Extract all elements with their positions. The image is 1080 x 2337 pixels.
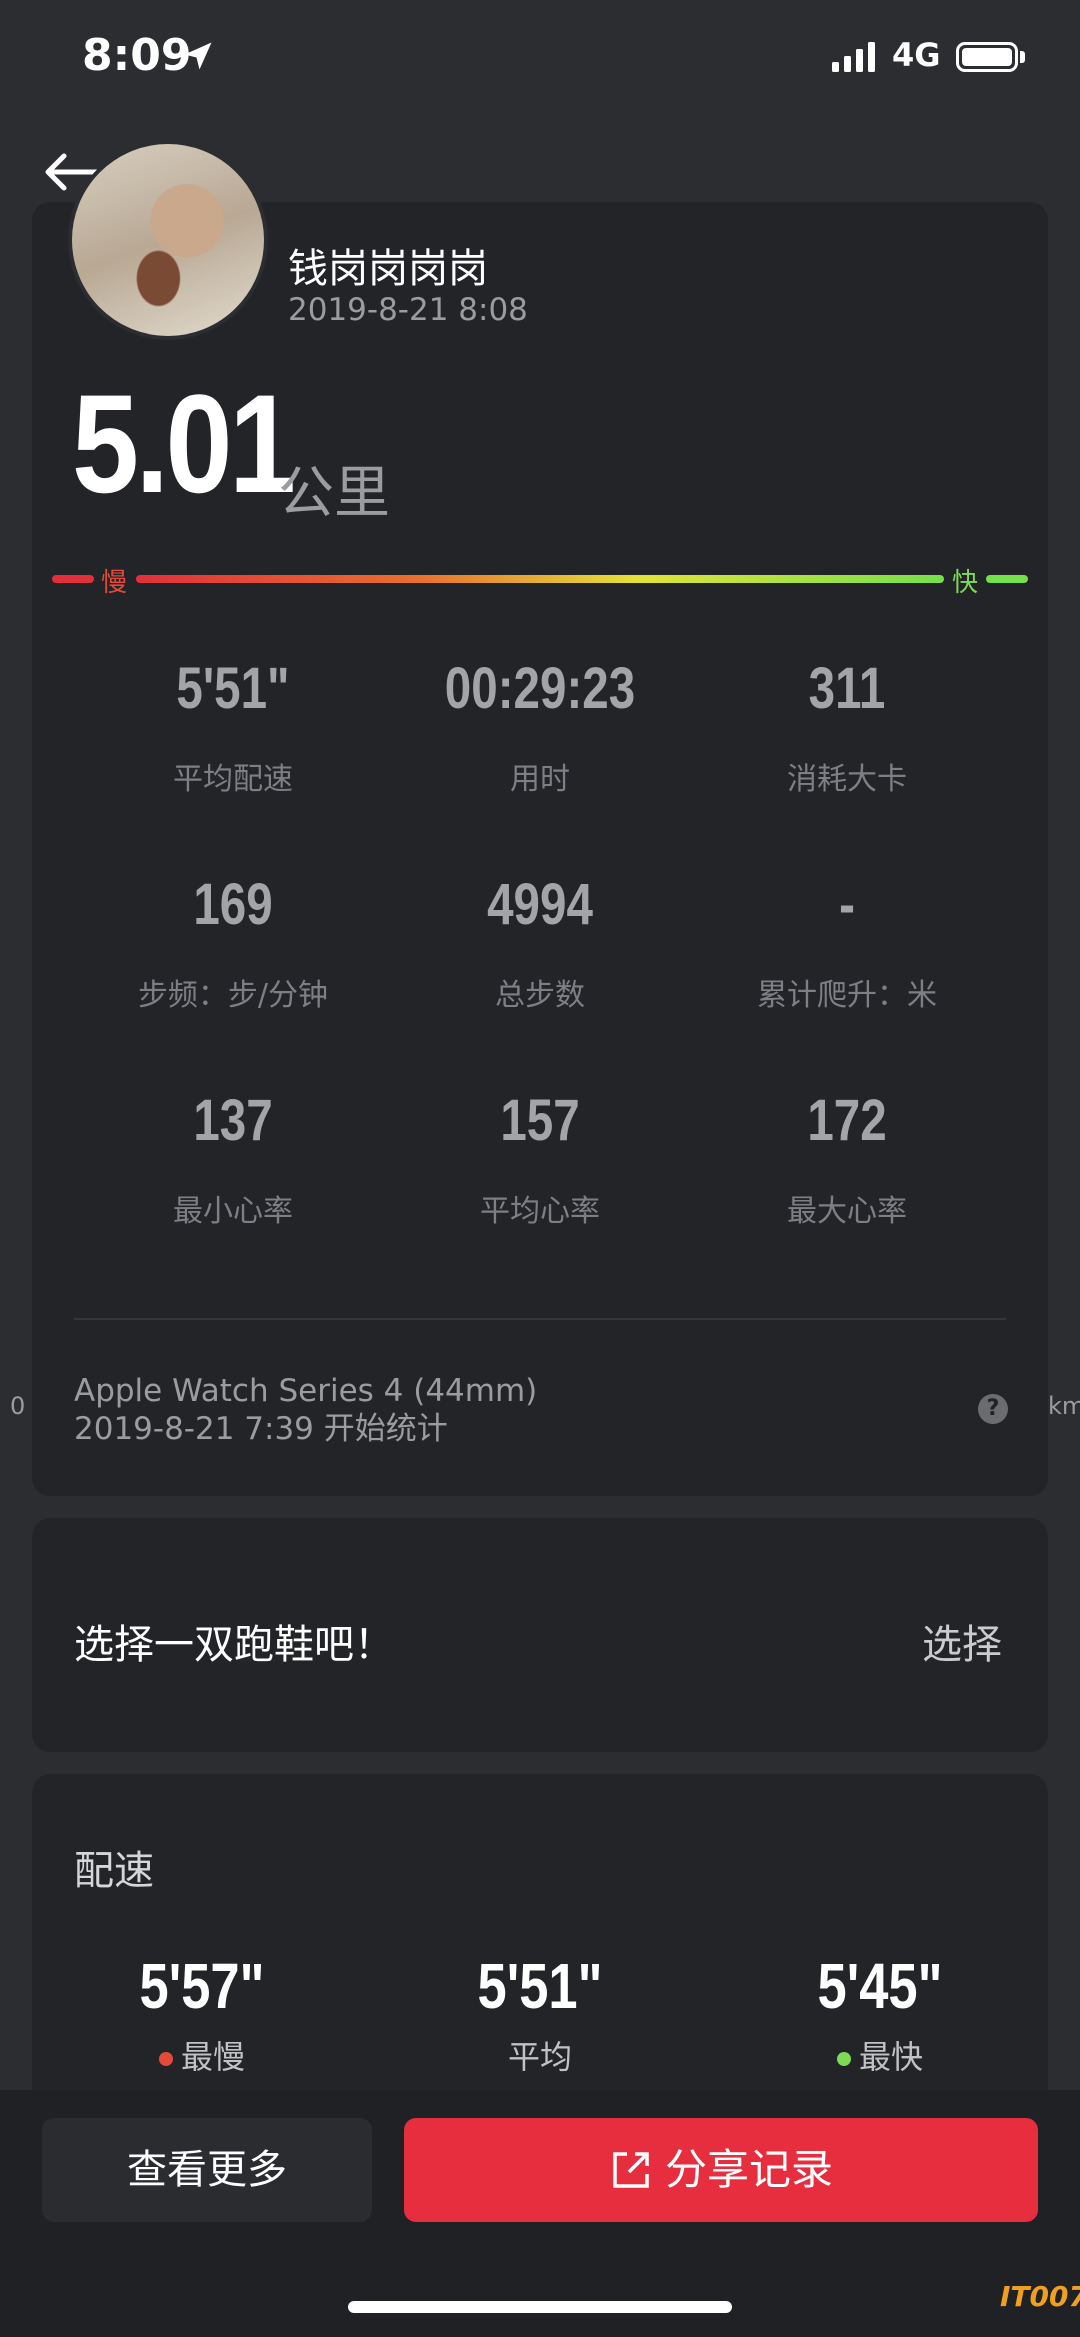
distance-unit: 公里 — [278, 461, 390, 526]
stat-value: 157 — [500, 1088, 580, 1153]
pace-fastest: 5'45" 最快 — [750, 1954, 1010, 2078]
fast-dot-icon — [836, 2052, 851, 2066]
stat-duration: 00:29:23 用时 — [385, 660, 695, 798]
pace-title: 配速 — [74, 1848, 154, 1894]
distance-value: 5.01 — [72, 365, 296, 522]
watermark-logo: IT007 — [1000, 2280, 1080, 2313]
stat-value: 169 — [193, 872, 273, 937]
stat-label: 消耗大卡 — [787, 762, 907, 797]
stat-value: 172 — [807, 1088, 887, 1153]
pace-slowest-value: 5'57" — [139, 1950, 265, 2022]
pace-average-value: 5'51" — [477, 1950, 603, 2022]
divider — [74, 1318, 1006, 1320]
cellular-signal-icon — [832, 42, 875, 72]
stat-calories: 311 消耗大卡 — [692, 660, 1002, 798]
device-info: Apple Watch Series 4 (44mm) 2019-8-21 7:… — [74, 1372, 537, 1448]
stat-average-pace: 5'51" 平均配速 — [78, 660, 388, 798]
pace-fastest-label: 最快 — [858, 2038, 923, 2076]
shoe-prompt: 选择一双跑鞋吧！ — [74, 1622, 394, 1668]
location-arrow-icon — [184, 42, 212, 70]
pace-average-label: 平均 — [507, 2038, 572, 2076]
network-type: 4G — [892, 36, 941, 74]
stat-label: 用时 — [510, 762, 570, 797]
stat-value: - — [839, 872, 855, 937]
stat-cadence: 169 步频：步/分钟 — [78, 876, 388, 1014]
home-indicator[interactable] — [348, 2301, 732, 2313]
share-record-label: 分享记录 — [664, 2145, 833, 2194]
help-icon[interactable]: ? — [978, 1394, 1008, 1424]
stat-label: 总步数 — [495, 978, 585, 1013]
pace-slowest-label: 最慢 — [180, 2038, 245, 2076]
pace-gradient-bar — [52, 575, 1028, 583]
stat-label: 步频：步/分钟 — [137, 978, 329, 1013]
select-shoe-button[interactable]: 选择 — [922, 1612, 1002, 1670]
stat-value: 00:29:23 — [444, 656, 636, 721]
stat-value: 137 — [193, 1088, 273, 1153]
share-icon — [613, 2152, 649, 2188]
workout-datetime: 2019-8-21 8:08 — [288, 292, 528, 328]
stat-value: 4994 — [487, 872, 593, 937]
battery-tip — [1020, 51, 1025, 63]
stat-elevation: - 累计爬升：米 — [692, 876, 1002, 1014]
stat-max-heart-rate: 172 最大心率 — [692, 1092, 1002, 1230]
device-start-time: 2019-8-21 7:39 开始统计 — [74, 1411, 448, 1447]
stat-value: 311 — [808, 656, 886, 721]
stat-min-heart-rate: 137 最小心率 — [78, 1092, 388, 1230]
stat-total-steps: 4994 总步数 — [385, 876, 695, 1014]
stat-label: 最大心率 — [787, 1194, 907, 1229]
username: 钱岗岗岗岗 — [288, 246, 488, 292]
stat-value: 5'51" — [176, 656, 290, 721]
device-name: Apple Watch Series 4 (44mm) — [74, 1373, 538, 1409]
stat-label: 平均配速 — [173, 762, 293, 797]
stat-label: 平均心率 — [480, 1194, 600, 1229]
view-more-button[interactable]: 查看更多 — [42, 2118, 372, 2222]
avatar[interactable] — [68, 140, 268, 340]
fast-label: 快 — [952, 568, 979, 598]
pace-average: 5'51" 平均 — [410, 1954, 670, 2078]
edge-label-right: km — [1048, 1392, 1080, 1420]
share-record-button[interactable]: 分享记录 — [404, 2118, 1038, 2222]
slow-label: 慢 — [101, 568, 128, 598]
stat-avg-heart-rate: 157 平均心率 — [385, 1092, 695, 1230]
status-time: 8:09 — [82, 30, 192, 81]
slow-dot-icon — [158, 2052, 173, 2066]
stat-label: 累计爬升：米 — [757, 978, 937, 1013]
pace-fastest-value: 5'45" — [817, 1950, 943, 2022]
edge-label-left: 0 — [10, 1392, 26, 1420]
stat-label: 最小心率 — [173, 1194, 293, 1229]
pace-slowest: 5'57" 最慢 — [72, 1954, 332, 2078]
battery-icon — [956, 42, 1018, 72]
